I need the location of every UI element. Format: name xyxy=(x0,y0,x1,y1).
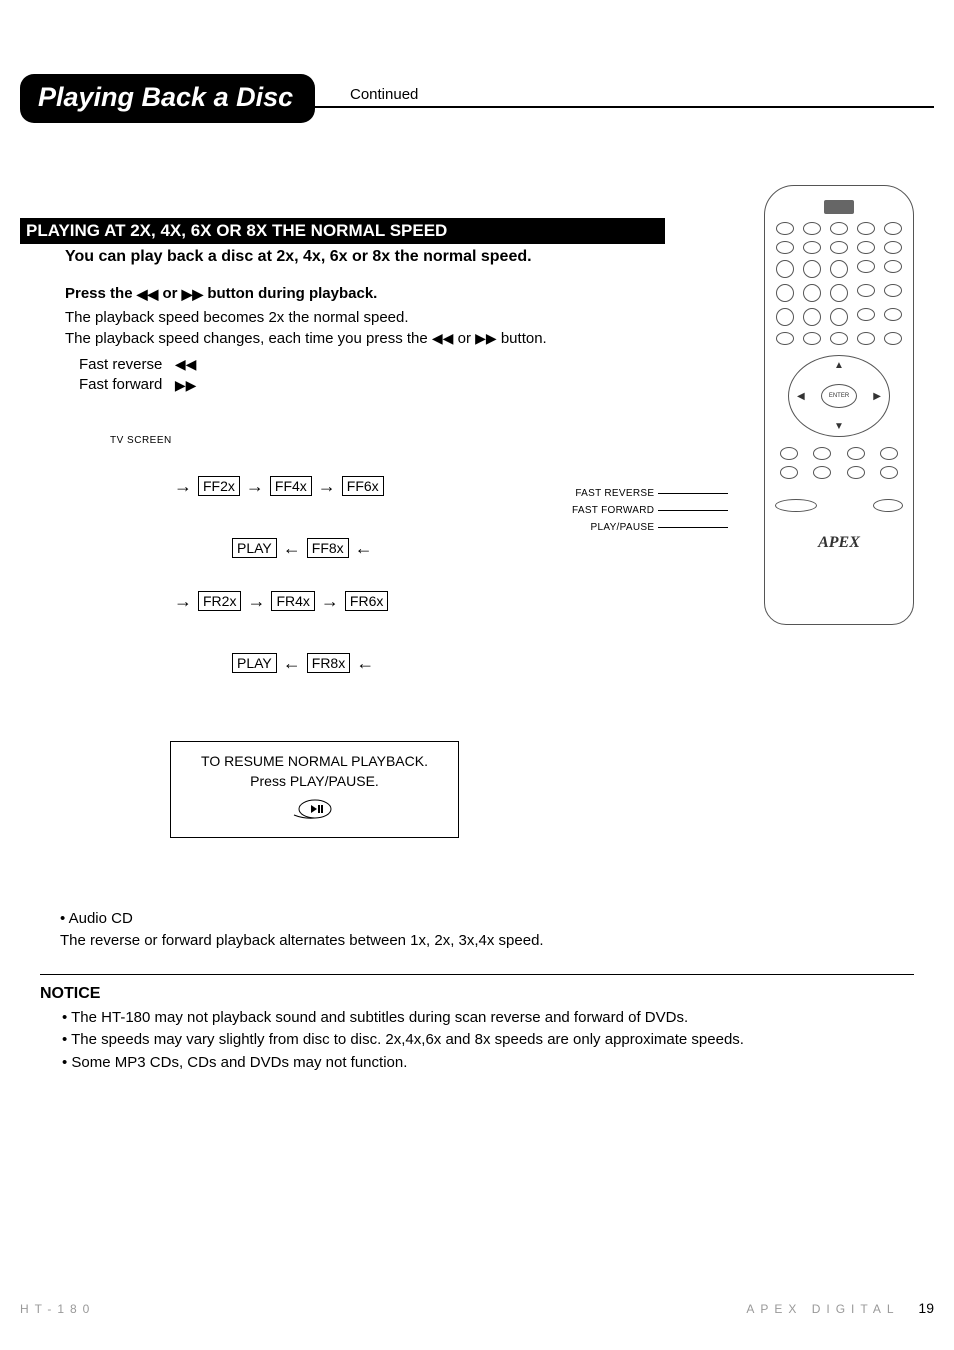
ff-step: PLAY xyxy=(232,538,277,558)
callout-fast-reverse: FAST REVERSE xyxy=(575,485,654,502)
arrow-left-icon: ← xyxy=(355,541,373,555)
notice-list: • The HT-180 may not playback sound and … xyxy=(62,1007,934,1075)
press-a: Press the xyxy=(65,285,137,302)
resume-box: TO RESUME NORMAL PLAYBACK. Press PLAY/PA… xyxy=(170,741,459,838)
page-footer: HT-180 APEX DIGITAL 19 xyxy=(20,1300,934,1316)
callout-play-pause: PLAY/PAUSE xyxy=(591,519,655,536)
ff-step: FF8x xyxy=(307,538,349,558)
instruction-line-2b: or xyxy=(458,330,476,347)
play-pause-icon xyxy=(177,797,452,829)
footer-right: APEX DIGITAL xyxy=(746,1302,899,1316)
arrow-right-icon: → xyxy=(321,594,339,608)
arrow-right-icon: → xyxy=(174,479,192,493)
footer-left: HT-180 xyxy=(20,1302,95,1316)
section-heading: PLAYING AT 2X, 4X, 6X OR 8X THE NORMAL S… xyxy=(20,218,665,244)
arrow-left-icon: ← xyxy=(356,656,374,670)
arrow-right-icon: → xyxy=(318,479,336,493)
arrow-left-icon: ← xyxy=(283,541,301,555)
notice-heading: NOTICE xyxy=(40,985,934,1003)
fr-step: PLAY xyxy=(232,653,277,673)
press-b: or xyxy=(162,285,181,302)
fr-step: FR2x xyxy=(198,591,241,611)
remote-top-logo xyxy=(824,200,854,214)
instruction-line-2a: The playback speed changes, each time yo… xyxy=(65,330,432,347)
arrow-right-icon: → xyxy=(174,594,192,608)
remote-illustration: FAST REVERSE FAST FORWARD PLAY/PAUSE ▲▼◀… xyxy=(714,185,914,625)
fast-reverse-icon: ◀◀ xyxy=(175,355,197,374)
page-title: Playing Back a Disc xyxy=(38,82,293,112)
remote-enter: ENTER xyxy=(821,384,857,408)
audio-cd-head: • Audio CD xyxy=(60,908,934,930)
fast-reverse-icon: ◀◀ xyxy=(432,329,454,348)
resume-line-2: Press PLAY/PAUSE. xyxy=(177,772,452,792)
notice-item: • The speeds may vary slightly from disc… xyxy=(62,1029,934,1052)
remote-button xyxy=(776,222,794,235)
ff-step: FF6x xyxy=(342,476,384,496)
fr-step: FR4x xyxy=(271,591,314,611)
audio-cd-note: • Audio CD The reverse or forward playba… xyxy=(60,908,934,952)
callout-fast-forward: FAST FORWARD xyxy=(572,502,654,519)
instruction-line-2c: button. xyxy=(501,330,547,347)
arrow-right-icon: → xyxy=(246,479,264,493)
resume-line-1: TO RESUME NORMAL PLAYBACK. xyxy=(177,752,452,772)
remote-dpad: ▲▼◀▶ ENTER xyxy=(788,355,890,437)
notice-rule xyxy=(40,974,914,975)
arrow-right-icon: → xyxy=(247,594,265,608)
notice-item: • Some MP3 CDs, CDs and DVDs may not fun… xyxy=(62,1052,934,1075)
page-title-pill: Playing Back a Disc xyxy=(20,74,315,123)
audio-cd-line: The reverse or forward playback alternat… xyxy=(60,930,934,952)
fast-forward-icon: ▶▶ xyxy=(182,285,204,304)
continued-label: Continued xyxy=(350,86,418,103)
fr-step: FR6x xyxy=(345,591,388,611)
fr-step: FR8x xyxy=(307,653,350,673)
page-number: 19 xyxy=(918,1300,934,1316)
fast-reverse-label: Fast reverse xyxy=(79,356,162,373)
arrow-left-icon: ← xyxy=(283,656,301,670)
remote-brand: APEX xyxy=(775,534,903,552)
ff-step: FF4x xyxy=(270,476,312,496)
fast-forward-icon: ▶▶ xyxy=(175,376,197,395)
ff-step: FF2x xyxy=(198,476,240,496)
fast-forward-icon: ▶▶ xyxy=(475,329,497,348)
press-c: button during playback. xyxy=(207,285,377,302)
fast-forward-label: Fast forward xyxy=(79,376,162,393)
notice-item: • The HT-180 may not playback sound and … xyxy=(62,1007,934,1030)
fast-reverse-icon: ◀◀ xyxy=(137,285,159,304)
